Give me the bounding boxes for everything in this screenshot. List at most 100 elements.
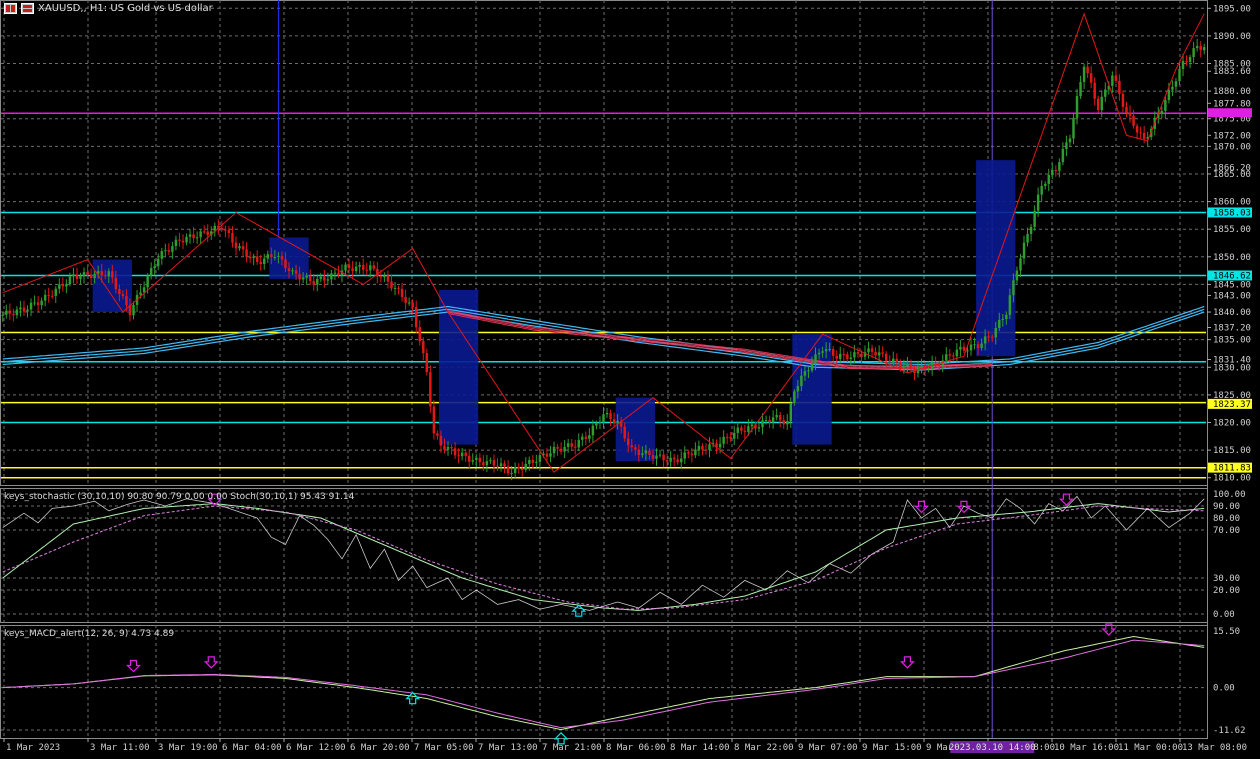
candle-body xyxy=(609,412,612,420)
candle-body xyxy=(824,349,828,352)
candle-body xyxy=(1185,61,1188,63)
candle-body xyxy=(591,425,595,436)
candle-body xyxy=(61,284,65,287)
candle-body xyxy=(874,351,877,356)
candle-body xyxy=(68,276,72,285)
chart-menu-icon[interactable] xyxy=(4,3,17,14)
candle-body xyxy=(1019,258,1022,271)
candle-body xyxy=(793,391,796,404)
trading-chart[interactable]: 1895.00 1890.00 1885.00 1883.60 1880.00 1877.… xyxy=(0,0,1260,756)
candle-body xyxy=(771,417,775,423)
candle-body xyxy=(1174,81,1178,87)
candle-body xyxy=(114,277,118,290)
down-arrow-icon xyxy=(956,500,972,514)
crosshair-time-label: 2023.03.10 14:00 xyxy=(949,743,1036,753)
candle-body xyxy=(1114,75,1118,81)
candle-body xyxy=(761,420,764,428)
macd-main-line xyxy=(2,635,1205,731)
candle-body xyxy=(471,460,474,462)
candle-body xyxy=(294,270,298,274)
price-axis-label: 1840.00 xyxy=(1213,308,1251,318)
candle-body xyxy=(1121,93,1125,107)
candle-body xyxy=(556,446,559,449)
price-axis-label: 1872.00 xyxy=(1213,131,1251,141)
candle-body xyxy=(305,275,308,278)
candle-body xyxy=(538,455,542,462)
candle-body xyxy=(1058,162,1061,171)
candle-body xyxy=(1139,132,1142,134)
candle-body xyxy=(1164,100,1167,112)
candle-body xyxy=(927,368,930,370)
down-arrow-icon xyxy=(899,656,915,669)
price-axis-label: 1810.00 xyxy=(1213,474,1251,484)
candle-body xyxy=(658,454,662,456)
price-axis-label: 1855.00 xyxy=(1213,225,1251,235)
stoch-axis-label: 70.00 xyxy=(1213,526,1240,536)
candle-body xyxy=(157,258,160,267)
candle-body xyxy=(1167,89,1171,101)
candle-body xyxy=(93,273,96,279)
candle-body xyxy=(111,271,114,278)
chart-window-icon[interactable] xyxy=(21,3,34,14)
candle-body xyxy=(566,443,570,447)
candle-body xyxy=(443,445,446,450)
candle-body xyxy=(513,467,517,473)
candle-body xyxy=(400,288,404,297)
candle-body xyxy=(722,436,725,444)
candle-body xyxy=(15,309,19,316)
candle-body xyxy=(12,313,15,316)
candle-body xyxy=(453,448,457,456)
candle-body xyxy=(595,422,598,426)
candle-body xyxy=(425,353,429,373)
candle-body xyxy=(990,336,994,338)
candle-body xyxy=(959,346,962,350)
time-axis-label: 1 Mar 2023 xyxy=(6,743,60,753)
candle-body xyxy=(853,352,856,358)
candle-body xyxy=(934,362,937,364)
candle-body xyxy=(8,310,12,314)
time-axis-label: 11 Mar 00:00 xyxy=(1118,743,1183,753)
candle-body xyxy=(65,284,68,287)
stoch-axis-label: 90.00 xyxy=(1213,502,1240,512)
candle-body xyxy=(736,427,740,433)
time-axis-label: 7 Mar 13:00 xyxy=(478,743,538,753)
candle-body xyxy=(202,231,206,233)
stoch-axis-label: 80.00 xyxy=(1213,514,1240,524)
macd-axis-label: -11.62 xyxy=(1213,726,1246,736)
candle-body xyxy=(160,251,164,259)
candle-body xyxy=(436,433,439,436)
price-tag-label: 1811.83 xyxy=(1213,464,1251,474)
stochastic-pane-label: keys_stochastic (30,10,10) 90.80 90.79 0… xyxy=(4,492,355,502)
candle-body xyxy=(1061,148,1065,163)
candle-body xyxy=(351,268,354,272)
candle-body xyxy=(605,412,609,415)
candle-body xyxy=(1142,133,1146,139)
candle-body xyxy=(185,236,188,243)
chart-canvas[interactable]: 1895.001890.001885.001883.601880.001877.… xyxy=(0,0,1260,756)
candle-body xyxy=(146,275,149,288)
candle-body xyxy=(273,256,277,258)
candle-body xyxy=(902,366,906,368)
candle-body xyxy=(955,349,959,357)
candle-body xyxy=(43,294,47,301)
candle-body xyxy=(1128,112,1132,116)
candle-body xyxy=(503,463,506,467)
candle-body xyxy=(535,461,538,463)
candle-body xyxy=(287,268,291,272)
candle-body xyxy=(308,275,312,282)
candle-body xyxy=(234,242,238,249)
down-arrow-icon xyxy=(126,659,141,673)
candle-body xyxy=(1082,66,1086,82)
candle-body xyxy=(224,229,227,231)
candle-body xyxy=(1192,48,1195,58)
candle-body xyxy=(181,240,185,243)
candle-body xyxy=(1178,68,1181,82)
candle-body xyxy=(411,302,414,308)
candle-body xyxy=(644,450,648,454)
candle-body xyxy=(577,439,581,448)
price-tag-label: 1846.62 xyxy=(1213,271,1251,281)
candle-body xyxy=(464,452,467,456)
candle-body xyxy=(482,462,485,466)
candle-body xyxy=(40,300,43,306)
candle-body xyxy=(817,352,821,355)
